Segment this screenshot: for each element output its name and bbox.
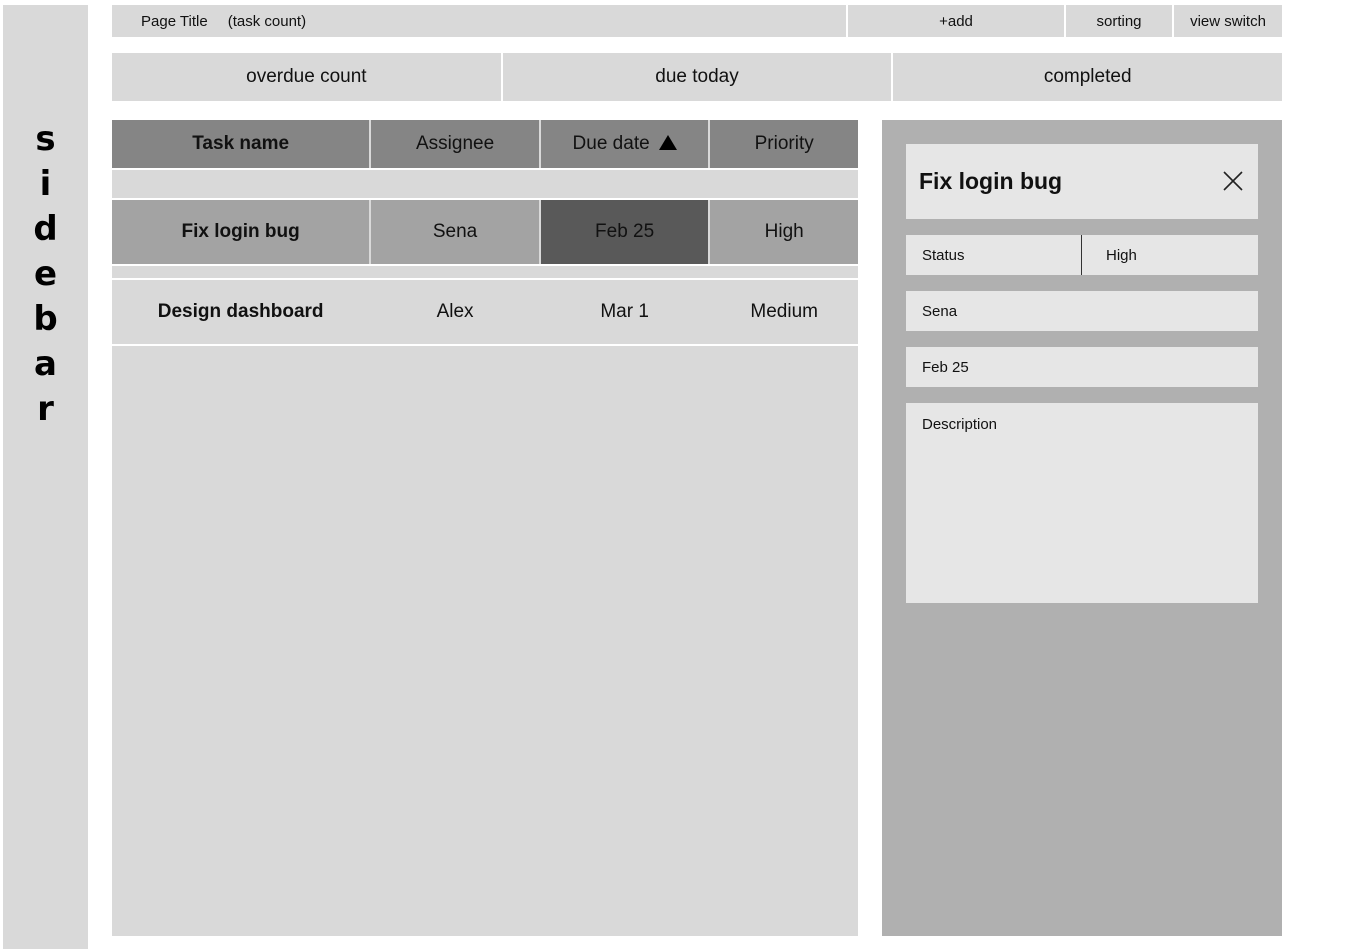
- due-today-tile[interactable]: due today: [502, 53, 892, 101]
- summary-bar: overdue count due today completed: [112, 53, 1283, 101]
- status-value: High: [1106, 246, 1137, 264]
- add-button[interactable]: +add: [848, 5, 1064, 37]
- status-field[interactable]: Status High: [906, 235, 1258, 275]
- sidebar-letter: s: [35, 119, 56, 159]
- table-spacer: [112, 170, 858, 198]
- task-count: (task count): [227, 12, 307, 30]
- column-header-label: Task name: [192, 133, 290, 154]
- assignee-field[interactable]: Sena: [906, 291, 1258, 331]
- sidebar-letter: i: [39, 164, 52, 204]
- priority-cell: Medium: [710, 280, 858, 344]
- assignee-cell: Sena: [371, 200, 539, 264]
- task-detail-panel: Fix login bug Status High Sena Feb 25 De…: [882, 120, 1282, 936]
- table-spacer: [112, 266, 858, 278]
- task-table: Task name Assignee Due date Priority Fix…: [112, 120, 858, 936]
- due-date-field[interactable]: Feb 25: [906, 347, 1258, 387]
- sidebar-letter: a: [34, 344, 57, 384]
- column-header-label: Assignee: [415, 133, 495, 154]
- due-date-cell: Mar 1: [540, 280, 709, 344]
- view-switch-button[interactable]: view switch: [1174, 5, 1282, 37]
- sidebar-letter: b: [33, 299, 58, 339]
- column-header-due-date[interactable]: Due date: [540, 120, 709, 168]
- sorting-button[interactable]: sorting: [1066, 5, 1172, 37]
- detail-title: Fix login bug: [919, 168, 1063, 194]
- priority-cell: High: [710, 200, 858, 264]
- task-name-cell: Design dashboard: [112, 280, 370, 344]
- column-header-assignee[interactable]: Assignee: [371, 120, 539, 168]
- column-header-label: Due date: [572, 133, 650, 154]
- top-bar: Page Title (task count) +add sorting vie…: [112, 5, 1282, 37]
- sort-ascending-icon: [658, 134, 677, 150]
- sidebar: sidebar: [3, 5, 88, 949]
- page-title: Page Title: [141, 12, 208, 30]
- overdue-count-tile[interactable]: overdue count: [112, 53, 501, 101]
- sidebar-letter: e: [33, 254, 58, 294]
- table-row[interactable]: Fix login bug Sena Feb 25 High: [112, 200, 858, 264]
- column-header-label: Priority: [754, 133, 814, 154]
- completed-tile[interactable]: completed: [893, 53, 1283, 101]
- close-icon[interactable]: [1222, 170, 1244, 192]
- detail-header: Fix login bug: [906, 144, 1258, 219]
- divider: [112, 344, 858, 346]
- divider: [112, 168, 858, 170]
- sidebar-letter: r: [37, 389, 54, 429]
- sidebar-letter: d: [33, 209, 58, 249]
- column-header-task-name[interactable]: Task name: [112, 120, 370, 168]
- assignee-cell: Alex: [371, 280, 539, 344]
- table-header: Task name Assignee Due date Priority: [112, 120, 858, 168]
- sidebar-label: sidebar: [3, 117, 88, 432]
- page-title-area: Page Title (task count): [112, 5, 846, 37]
- description-field[interactable]: Description: [906, 403, 1258, 603]
- task-name-cell: Fix login bug: [112, 200, 370, 264]
- column-header-priority[interactable]: Priority: [710, 120, 858, 168]
- table-row[interactable]: Design dashboard Alex Mar 1 Medium: [112, 280, 858, 344]
- status-label: Status: [906, 235, 1082, 275]
- due-date-cell: Feb 25: [540, 200, 709, 264]
